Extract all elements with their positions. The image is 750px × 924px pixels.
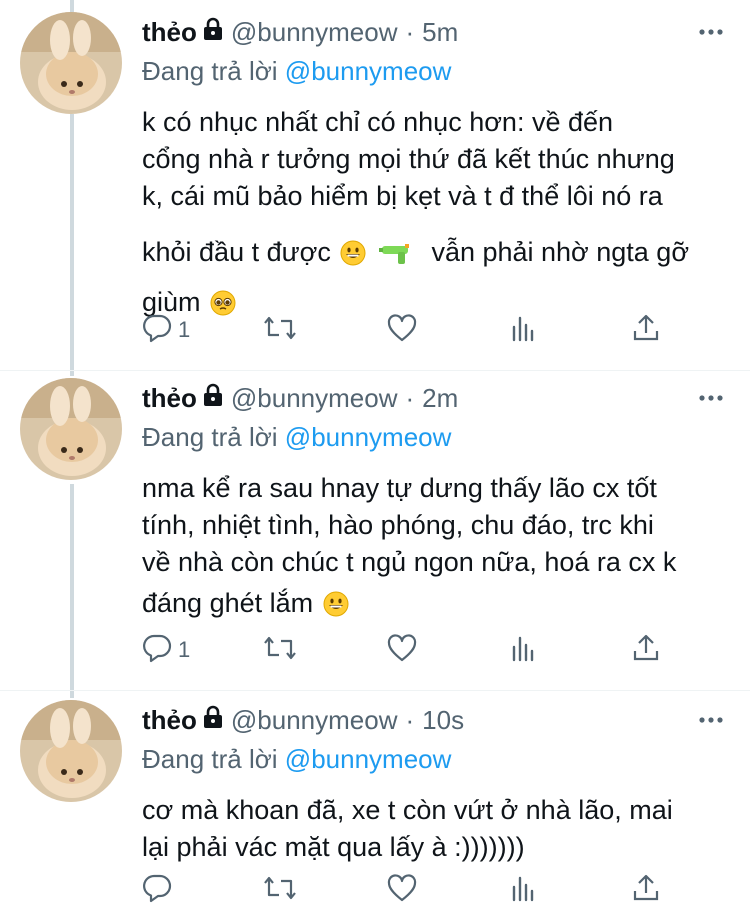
tweet[interactable]: thẻo @bunnymeow · 10s Đang trả lời @bunn… — [0, 700, 750, 924]
tweet-actions — [142, 870, 722, 910]
retweet-icon — [262, 873, 298, 908]
reply-context: Đang trả lời @bunnymeow — [142, 422, 451, 453]
reply-context: Đang trả lời @bunnymeow — [142, 56, 451, 87]
timestamp[interactable]: 5m — [422, 17, 458, 48]
tweet-text-line: tính, nhiệt tình, hào phóng, chu đáo, tr… — [142, 510, 654, 540]
share-button[interactable] — [632, 630, 660, 670]
tweet-text-segment: vẫn phải nhờ ngta gỡ — [431, 237, 690, 267]
tweet-actions: 1 — [142, 630, 722, 670]
tweet-header: thẻo @bunnymeow · 2m — [142, 378, 458, 418]
tweet-text-line: khỏi đầu t được vẫn phải nhờ ngta gỡ — [142, 215, 732, 289]
retweet-icon — [262, 313, 298, 348]
reply-button[interactable] — [142, 870, 178, 910]
tweet-text-line: lại phải vác mặt qua lấy à :))))))) — [142, 832, 525, 862]
timestamp[interactable]: 10s — [422, 705, 464, 736]
tweet-text-line: nma kể ra sau hnay tự dưng thấy lão cx t… — [142, 473, 657, 503]
more-icon[interactable] — [698, 22, 724, 42]
share-button[interactable] — [632, 310, 660, 350]
share-icon — [632, 873, 660, 908]
tweet-text-segment: đáng ghét lắm — [142, 588, 314, 618]
reply-mention[interactable]: @bunnymeow — [285, 422, 452, 452]
analytics-button[interactable] — [510, 870, 538, 910]
reply-prefix: Đang trả lời — [142, 422, 278, 452]
display-name[interactable]: thẻo — [142, 383, 197, 414]
separator: · — [405, 382, 415, 413]
reply-icon — [142, 313, 172, 348]
reply-count: 1 — [178, 317, 191, 342]
tweet-text-line: cơ mà khoan đã, xe t còn vứt ở nhà lão, … — [142, 795, 673, 825]
separator: · — [405, 704, 415, 735]
handle[interactable]: @bunnymeow — [231, 705, 398, 736]
analytics-button[interactable] — [510, 310, 538, 350]
tweet[interactable]: thẻo @bunnymeow · 5m Đang trả lời @bunny… — [0, 12, 750, 362]
divider — [0, 370, 750, 371]
reply-button[interactable]: 1 — [142, 310, 190, 350]
reply-icon — [142, 873, 172, 908]
avatar[interactable] — [20, 378, 122, 480]
like-button[interactable] — [386, 870, 418, 910]
tweet-text-segment: khỏi đầu t được — [142, 237, 331, 267]
tweet-text-line: k có nhục nhất chỉ có nhục hơn: về đến — [142, 107, 614, 137]
more-icon[interactable] — [698, 710, 724, 730]
heart-icon — [386, 873, 418, 908]
reply-prefix: Đang trả lời — [142, 56, 278, 86]
tweet-header: thẻo @bunnymeow · 5m — [142, 12, 458, 52]
retweet-button[interactable] — [262, 870, 298, 910]
tweet-actions: 1 — [142, 310, 722, 350]
handle[interactable]: @bunnymeow — [231, 17, 398, 48]
more-icon[interactable] — [698, 388, 724, 408]
tweet-text: nma kể ra sau hnay tự dưng thấy lão cx t… — [142, 470, 732, 630]
tweet-text-line: đáng ghét lắm — [142, 581, 732, 630]
reply-button[interactable]: 1 — [142, 630, 190, 670]
tweet-text-line: k, cái mũ bảo hiểm bị kẹt và t đ thể lôi… — [142, 181, 663, 211]
retweet-icon — [262, 633, 298, 668]
reply-prefix: Đang trả lời — [142, 744, 278, 774]
reply-mention[interactable]: @bunnymeow — [285, 56, 452, 86]
display-name[interactable]: thẻo — [142, 705, 197, 736]
analytics-icon — [510, 633, 538, 668]
grinning-face-emoji — [340, 220, 366, 294]
tweet-header: thẻo @bunnymeow · 10s — [142, 700, 464, 740]
avatar[interactable] — [20, 700, 122, 802]
reply-mention[interactable]: @bunnymeow — [285, 744, 452, 774]
analytics-icon — [510, 873, 538, 908]
share-icon — [632, 633, 660, 668]
like-button[interactable] — [386, 630, 418, 670]
like-button[interactable] — [386, 310, 418, 350]
share-button[interactable] — [632, 870, 660, 910]
divider — [0, 690, 750, 691]
thread-line — [70, 0, 74, 12]
tweet-text-line: về nhà còn chúc t ngủ ngon nữa, hoá ra c… — [142, 547, 677, 577]
lock-icon — [203, 705, 223, 736]
tweet-text: cơ mà khoan đã, xe t còn vứt ở nhà lão, … — [142, 792, 732, 866]
lock-icon — [203, 383, 223, 414]
analytics-icon — [510, 313, 538, 348]
separator: · — [405, 16, 415, 47]
avatar[interactable] — [20, 12, 122, 114]
heart-icon — [386, 313, 418, 348]
handle[interactable]: @bunnymeow — [231, 383, 398, 414]
tweet-text-line: cổng nhà r tưởng mọi thứ đã kết thúc như… — [142, 144, 675, 174]
lock-icon — [203, 17, 223, 48]
heart-icon — [386, 633, 418, 668]
analytics-button[interactable] — [510, 630, 538, 670]
retweet-button[interactable] — [262, 630, 298, 670]
reply-icon — [142, 633, 172, 668]
reply-count: 1 — [178, 637, 191, 662]
water-pistol-emoji — [378, 220, 412, 294]
display-name[interactable]: thẻo — [142, 17, 197, 48]
tweet[interactable]: thẻo @bunnymeow · 2m Đang trả lời @bunny… — [0, 378, 750, 688]
retweet-button[interactable] — [262, 310, 298, 350]
tweet-text: k có nhục nhất chỉ có nhục hơn: về đến c… — [142, 104, 732, 320]
share-icon — [632, 313, 660, 348]
grinning-face-emoji — [323, 586, 349, 630]
timestamp[interactable]: 2m — [422, 383, 458, 414]
reply-context: Đang trả lời @bunnymeow — [142, 744, 451, 775]
